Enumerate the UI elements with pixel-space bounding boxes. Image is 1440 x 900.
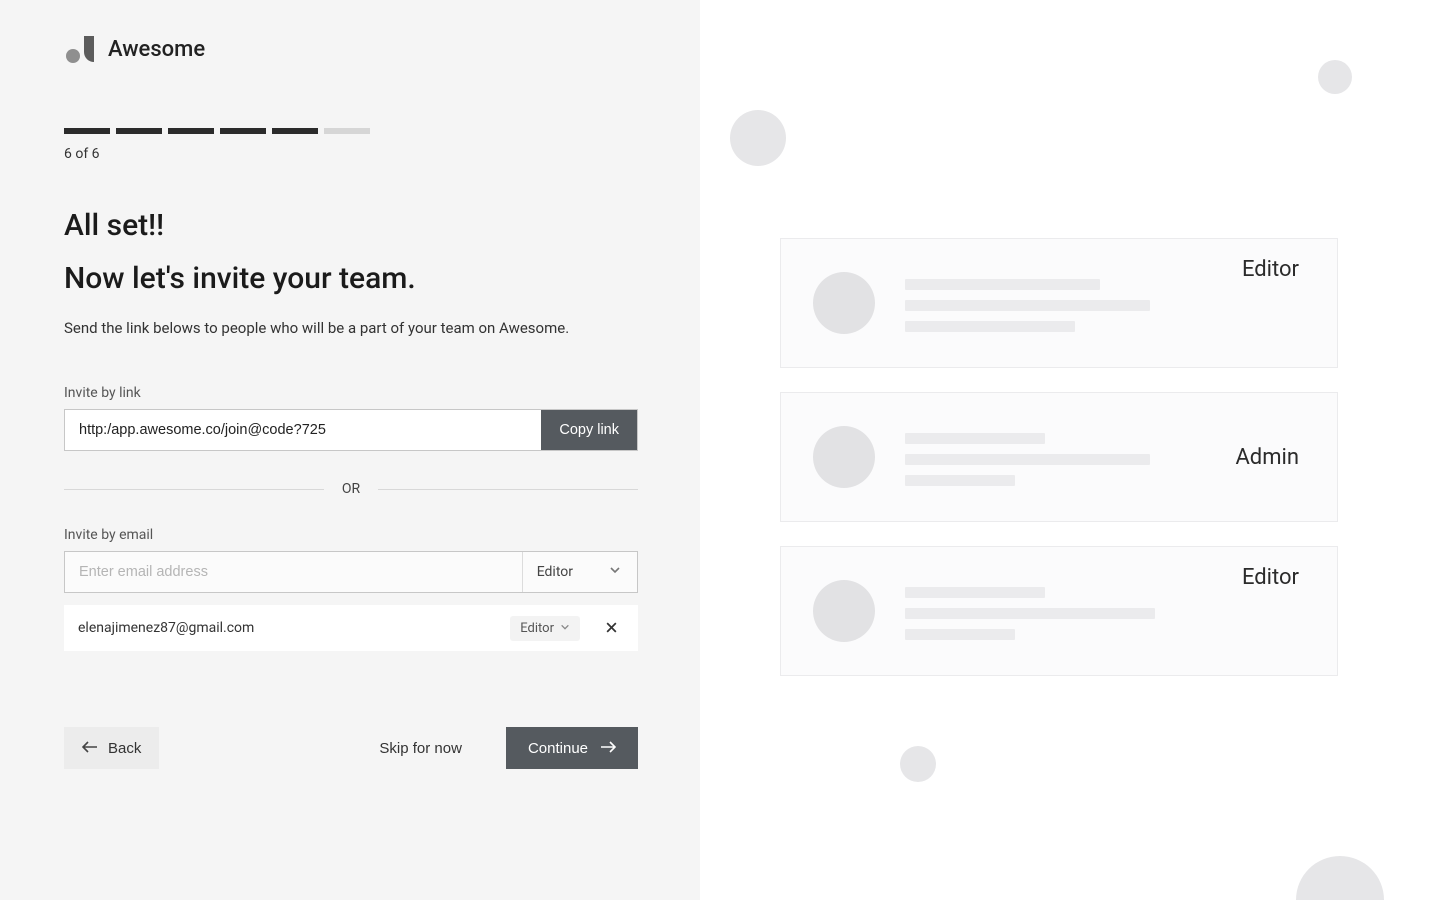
decoration-bubble xyxy=(1318,60,1352,94)
skip-button[interactable]: Skip for now xyxy=(379,740,462,757)
role-select-value: Editor xyxy=(537,564,573,580)
invited-email: elenajimenez87@gmail.com xyxy=(78,620,510,636)
continue-label: Continue xyxy=(528,740,588,757)
preview-member-card: Admin xyxy=(780,392,1338,522)
avatar-placeholder xyxy=(813,426,875,488)
progress-seg xyxy=(220,128,266,134)
preview-panel: Editor Admin Editor xyxy=(700,0,1440,900)
back-label: Back xyxy=(108,740,141,757)
preview-role-label: Editor xyxy=(1242,257,1305,282)
text-placeholder xyxy=(905,583,1212,640)
page-title-line1: All set!! xyxy=(64,206,636,247)
invite-link-label: Invite by link xyxy=(64,385,636,401)
brand: Awesome xyxy=(64,32,636,66)
wizard-nav: Back Skip for now Continue xyxy=(64,727,638,769)
progress-seg xyxy=(324,128,370,134)
avatar-placeholder xyxy=(813,272,875,334)
skeleton-bar xyxy=(905,300,1150,311)
decoration-bubble xyxy=(900,746,936,782)
skeleton-bar xyxy=(905,279,1100,290)
back-button[interactable]: Back xyxy=(64,727,159,769)
preview-role-label: Admin xyxy=(1235,445,1305,470)
role-select[interactable]: Editor xyxy=(522,552,637,592)
chevron-down-icon xyxy=(609,564,621,580)
invite-link-input[interactable] xyxy=(65,410,541,450)
or-divider: OR xyxy=(64,481,638,497)
decoration-bubble xyxy=(730,110,786,166)
progress-seg xyxy=(272,128,318,134)
preview-role-label: Editor xyxy=(1242,565,1305,590)
progress-label: 6 of 6 xyxy=(64,146,636,162)
skeleton-bar xyxy=(905,433,1045,444)
chevron-down-icon xyxy=(560,621,570,636)
text-placeholder xyxy=(905,429,1205,486)
skeleton-bar xyxy=(905,475,1015,486)
invite-by-email-section: Invite by email Editor elenajimenez87@gm… xyxy=(64,527,636,651)
brand-name: Awesome xyxy=(108,37,205,62)
invite-email-row: Editor xyxy=(64,551,638,593)
progress-seg xyxy=(168,128,214,134)
remove-invite-button[interactable] xyxy=(598,615,624,641)
skeleton-bar xyxy=(905,629,1015,640)
continue-button[interactable]: Continue xyxy=(506,727,638,769)
divider-line xyxy=(378,489,638,490)
copy-link-button[interactable]: Copy link xyxy=(541,410,637,450)
progress-seg xyxy=(64,128,110,134)
invited-role-chip[interactable]: Editor xyxy=(510,616,580,641)
brand-logo-icon xyxy=(64,32,98,66)
progress-indicator: 6 of 6 xyxy=(64,128,636,162)
arrow-right-icon xyxy=(600,740,616,757)
decoration-bubble xyxy=(1296,856,1384,900)
skeleton-bar xyxy=(905,608,1155,619)
invite-link-row: Copy link xyxy=(64,409,638,451)
invite-email-input[interactable] xyxy=(65,552,522,592)
invite-email-label: Invite by email xyxy=(64,527,636,543)
invite-by-link-section: Invite by link Copy link xyxy=(64,385,636,451)
page-title-line2: Now let's invite your team. xyxy=(64,259,636,300)
or-label: OR xyxy=(342,481,360,497)
page-subtitle: Send the link belows to people who will … xyxy=(64,319,636,337)
invited-member-row: elenajimenez87@gmail.com Editor xyxy=(64,605,638,651)
progress-segments xyxy=(64,128,636,134)
text-placeholder xyxy=(905,275,1212,332)
skeleton-bar xyxy=(905,321,1075,332)
preview-member-card: Editor xyxy=(780,238,1338,368)
onboarding-panel: Awesome 6 of 6 All set!! Now let's invit… xyxy=(0,0,700,900)
skeleton-bar xyxy=(905,454,1150,465)
preview-cards: Editor Admin Editor xyxy=(780,238,1338,676)
arrow-left-icon xyxy=(82,740,98,757)
preview-member-card: Editor xyxy=(780,546,1338,676)
progress-seg xyxy=(116,128,162,134)
headline: All set!! Now let's invite your team. Se… xyxy=(64,206,636,337)
invited-role-value: Editor xyxy=(520,621,554,636)
avatar-placeholder xyxy=(813,580,875,642)
close-icon xyxy=(605,619,618,638)
divider-line xyxy=(64,489,324,490)
skeleton-bar xyxy=(905,587,1045,598)
